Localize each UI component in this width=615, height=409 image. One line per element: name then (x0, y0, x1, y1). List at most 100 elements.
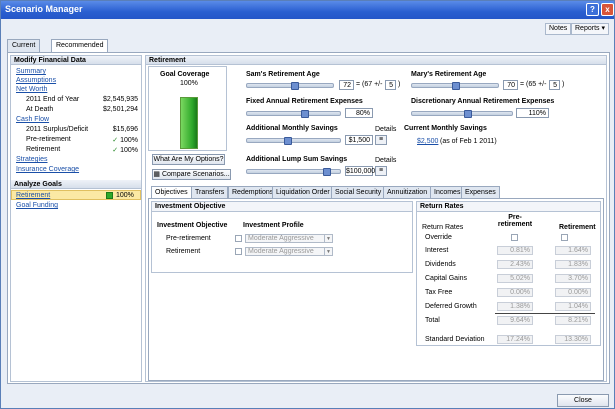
compare-scenarios-button[interactable]: ▦ Compare Scenarios... (152, 169, 231, 180)
compare-scenarios-label: Compare Scenarios... (161, 171, 230, 178)
total-pre-field: 9.64% (497, 316, 533, 325)
surplus-label: 2011 Surplus/Deficit (26, 126, 89, 133)
fixed-expenses-slider[interactable] (246, 110, 341, 118)
interest-ret-field[interactable]: 1.64% (555, 246, 591, 255)
retirement-column: Retirement (559, 224, 596, 231)
sam-retirement-age-label: Sam's Retirement Age (246, 71, 320, 78)
current-monthly-savings-link[interactable]: $2,500 (417, 138, 438, 145)
retirement-panel: Retirement Goal Coverage 100% What Are M… (145, 55, 607, 382)
retirement-goal-value: 100% (116, 192, 134, 199)
deferred-growth-ret-field[interactable]: 1.04% (555, 302, 591, 311)
std-ret-field: 13.30% (555, 335, 591, 344)
slider-thumb[interactable] (323, 168, 331, 176)
additional-monthly-savings-label: Additional Monthly Savings (246, 125, 338, 132)
tab-current-plan[interactable]: Current Plan (7, 39, 41, 61)
tab-redemptions[interactable]: Redemptions (228, 186, 278, 198)
chevron-down-icon: ▼ (324, 235, 332, 242)
sam-age-input[interactable]: 72 (339, 80, 354, 90)
slider-thumb[interactable] (291, 82, 299, 90)
net-worth-link[interactable]: Net Worth (16, 86, 47, 93)
mary-age-close-paren: ) (562, 81, 565, 88)
investment-profile-column: Investment Profile (243, 222, 304, 229)
sam-age-delta-input[interactable]: 5 (385, 80, 396, 90)
retirement-profile-value: Moderate Aggressive (248, 248, 314, 255)
slider-thumb[interactable] (301, 110, 309, 118)
dividends-pre-field[interactable]: 2.43% (497, 260, 533, 269)
pre-override-checkbox[interactable] (511, 234, 518, 241)
fixed-expenses-input[interactable]: 80% (345, 108, 373, 118)
cash-flow-link[interactable]: Cash Flow (16, 116, 49, 123)
assumptions-link[interactable]: Assumptions (16, 77, 56, 84)
discretionary-expenses-input[interactable]: 110% (516, 108, 549, 118)
sam-age-slider[interactable] (246, 82, 334, 90)
pre-retirement-checkbox[interactable] (235, 235, 242, 242)
investment-objective-column: Investment Objective (157, 222, 228, 229)
tab-social-security[interactable]: Social Security (331, 186, 386, 198)
retirement-profile-select[interactable]: Moderate Aggressive ▼ (245, 247, 333, 256)
std-pre-field: 17.24% (497, 335, 533, 344)
tax-free-ret-field[interactable]: 0.00% (555, 288, 591, 297)
goal-funding-link[interactable]: Goal Funding (16, 202, 58, 209)
retirement-percent: 100% (120, 147, 138, 154)
top-toolbar: Notes Reports ▾ (1, 19, 614, 37)
reports-label: Reports (575, 25, 600, 32)
slider-thumb[interactable] (452, 82, 460, 90)
goal-coverage-gauge (180, 97, 198, 149)
monthly-savings-slider[interactable] (246, 137, 341, 145)
slider-thumb[interactable] (284, 137, 292, 145)
monthly-details-button[interactable]: ≡ (375, 135, 387, 145)
capital-gains-ret-field[interactable]: 3.70% (555, 274, 591, 283)
tab-transfers[interactable]: Transfers (191, 186, 229, 198)
return-rates-label: Return Rates (422, 224, 464, 231)
pre-retirement-profile-select[interactable]: Moderate Aggressive ▼ (245, 234, 333, 243)
goal-status-icon (106, 192, 113, 199)
details-icon: ≡ (378, 167, 384, 174)
dividends-ret-field[interactable]: 1.83% (555, 260, 591, 269)
return-rates-header: Return Rates (417, 202, 600, 212)
mary-age-slider[interactable] (411, 82, 499, 90)
standard-deviation-label: Standard Deviation (425, 336, 485, 343)
slider-thumb[interactable] (464, 110, 472, 118)
left-panel: Modify Financial Data Summary Assumption… (10, 55, 142, 382)
tax-free-pre-field[interactable]: 0.00% (497, 288, 533, 297)
discretionary-expenses-slider[interactable] (411, 110, 513, 118)
window-title: Scenario Manager (5, 4, 83, 14)
interest-label: Interest (425, 247, 449, 254)
lump-sum-input[interactable]: $100,000 (345, 166, 375, 176)
summary-link[interactable]: Summary (16, 68, 46, 75)
reports-menu[interactable]: Reports ▾ (571, 23, 609, 35)
mary-age-delta-input[interactable]: 5 (549, 80, 560, 90)
pre-retirement-value: ✓ 100% (112, 136, 138, 144)
strategies-link[interactable]: Strategies (16, 156, 48, 163)
pre-retirement-percent: 100% (120, 137, 138, 144)
close-button[interactable]: Close (557, 394, 609, 407)
retirement-goal-link[interactable]: Retirement (16, 192, 50, 199)
insurance-coverage-link[interactable]: Insurance Coverage (16, 166, 79, 173)
retirement-header: Retirement (146, 56, 606, 65)
monthly-savings-input[interactable]: $1,500 (345, 135, 373, 145)
tab-incomes[interactable]: Incomes (430, 186, 465, 198)
lump-sum-slider[interactable] (246, 168, 341, 176)
tab-objectives[interactable]: Objectives (151, 186, 192, 198)
tab-annuitization[interactable]: Annuitization (383, 186, 432, 198)
notes-button[interactable]: Notes (545, 23, 572, 35)
interest-pre-field[interactable]: 0.81% (497, 246, 533, 255)
ret-override-checkbox[interactable] (561, 234, 568, 241)
capital-gains-pre-field[interactable]: 5.02% (497, 274, 533, 283)
tab-liquidation-order[interactable]: Liquidation Order (272, 186, 334, 198)
window-close-button[interactable]: x (601, 3, 614, 16)
retirement-checkbox[interactable] (235, 248, 242, 255)
tab-expenses[interactable]: Expenses (461, 186, 500, 198)
total-ret-field: 8.21% (555, 316, 591, 325)
deferred-growth-pre-field[interactable]: 1.38% (497, 302, 533, 311)
pre-retirement-column: Pre-retirement (497, 214, 533, 228)
retirement-goal-row[interactable]: Retirement 100% (11, 190, 141, 200)
what-are-my-options-button[interactable]: What Are My Options? (152, 154, 225, 165)
investment-objective-header: Investment Objective (152, 202, 412, 212)
tab-recommended-plan[interactable]: Recommended Plan - Alternative 1 (51, 39, 109, 73)
mary-age-input[interactable]: 70 (503, 80, 518, 90)
end-of-year-label: 2011 End of Year (26, 96, 80, 103)
lump-details-button[interactable]: ≡ (375, 166, 387, 176)
help-button[interactable]: ? (586, 3, 599, 16)
sam-age-formula: = (67 +/- (356, 81, 383, 88)
